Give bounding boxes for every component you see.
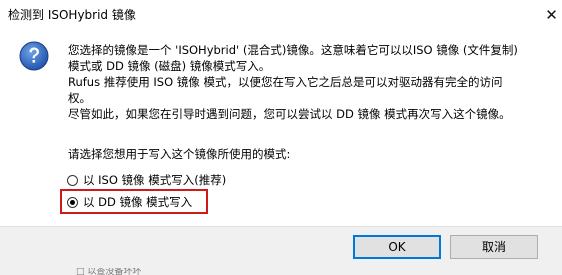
dialog-content: 您选择的镜像是一个 'ISOHybrid' (混合式)镜像。这意味着它可以以IS… xyxy=(0,31,562,226)
radio-option-iso[interactable]: 以 ISO 镜像 模式写入(推荐) xyxy=(67,170,226,190)
underlying-window-text: □ 以查没备坏坏 xyxy=(76,268,142,275)
question-icon xyxy=(19,41,49,71)
message-line: 模式或 DD 镜像 (磁盘) 镜像模式写入。 xyxy=(68,59,271,73)
radio-label-iso: 以 ISO 镜像 模式写入(推荐) xyxy=(83,173,227,187)
message-line: 尽管如此，如果您在引导时遇到问题，您可以尝试以 DD 镜像 模式再次写入这个镜像… xyxy=(68,107,511,121)
window-title: 检测到 ISOHybrid 镜像 xyxy=(8,8,136,22)
cancel-button[interactable]: 取消 xyxy=(450,235,538,259)
radio-button-iso[interactable] xyxy=(67,174,78,186)
message-line: 您选择的镜像是一个 'ISOHybrid' (混合式)镜像。这意味着它可以以IS… xyxy=(68,43,518,57)
title-bar: 检测到 ISOHybrid 镜像 ✕ xyxy=(0,0,562,31)
message-line: Rufus 推荐使用 ISO 镜像 模式，以便您在写入它之后总是可以对驱动器有完… xyxy=(68,75,503,89)
message-text: 您选择的镜像是一个 'ISOHybrid' (混合式)镜像。这意味着它可以以IS… xyxy=(68,42,548,122)
message-line: 权。 xyxy=(68,91,91,105)
close-icon[interactable]: ✕ xyxy=(541,3,562,27)
highlight-box xyxy=(60,189,208,214)
mode-prompt: 请选择您想用于写入这个镜像所使用的模式: xyxy=(68,147,291,161)
ok-button[interactable]: OK xyxy=(353,235,441,259)
